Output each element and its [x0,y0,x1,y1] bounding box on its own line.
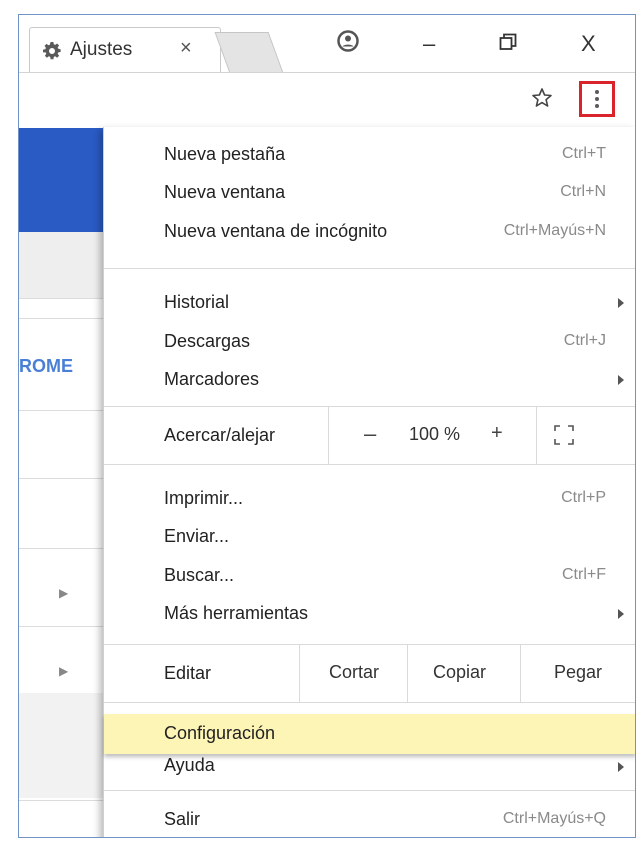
menu-item-shortcut: Ctrl+Mayús+Q [502,810,606,827]
menu-item-label: Historial [164,292,230,312]
menu-item-print[interactable]: Imprimir... Ctrl+P [104,480,635,518]
menu-item-shortcut: Ctrl+F [562,566,606,583]
title-bar: Ajustes × – X [19,15,635,73]
submenu-arrow-icon [618,375,624,385]
zoom-label: Acercar/alejar [164,425,276,445]
menu-item-settings[interactable]: Configuración [104,714,635,754]
zoom-in-button[interactable]: + [491,422,503,445]
zoom-row: Acercar/alejar – 100 % + [104,406,635,464]
menu-item-history[interactable]: Historial [104,284,635,322]
menu-item-shortcut: Ctrl+N [560,183,606,200]
toolbar [19,72,635,129]
menu-item-label: Ayuda [164,755,215,775]
page-search-band [19,232,109,299]
zoom-level: 100 % [409,424,461,444]
tab-ajustes[interactable]: Ajustes × [29,27,221,73]
page-header-band [19,128,109,232]
profile-icon[interactable] [337,30,359,52]
menu-item-label: Salir [164,809,201,829]
menu-button[interactable] [579,81,615,117]
menu-item-label: Enviar... [164,526,230,546]
zoom-out-button[interactable]: – [364,421,376,447]
menu-separator [104,790,635,791]
chevron-right-icon[interactable]: ▶ [59,664,68,678]
menu-item-shortcut: Ctrl+J [563,332,606,349]
menu-item-label: Nueva pestaña [164,144,286,164]
partial-heading: ROME [19,356,73,376]
menu-item-shortcut: Ctrl+P [561,489,606,506]
star-icon[interactable] [531,87,553,109]
menu-item-downloads[interactable]: Descargas Ctrl+J [104,323,635,361]
submenu-arrow-icon [618,762,624,772]
menu-item-label: Más herramientas [164,603,309,623]
settings-page-background: ROME ▶ ▶ [19,128,109,837]
menu-item-find[interactable]: Buscar... Ctrl+F [104,557,635,595]
menu-item-more-tools[interactable]: Más herramientas [104,595,635,633]
menu-item-label: Descargas [164,331,251,351]
browser-window: Ajustes × – X ROME ▶ ▶ Nueva pestaña Ctr… [18,14,636,838]
chrome-main-menu: Nueva pestaña Ctrl+T Nueva ventana Ctrl+… [103,127,635,837]
menu-item-send[interactable]: Enviar... [104,518,635,556]
menu-separator [104,464,635,465]
tab-title: Ajustes [70,39,133,60]
edit-label: Editar [164,663,212,683]
menu-item-label: Configuración [164,723,276,743]
three-dots-vertical-icon [595,90,599,108]
menu-separator [104,702,635,703]
restore-icon[interactable] [499,33,517,51]
submenu-arrow-icon [618,298,624,308]
copy-button[interactable]: Copiar [433,662,486,683]
menu-item-shortcut: Ctrl+T [562,145,606,162]
submenu-arrow-icon [618,609,624,619]
tab-close-button[interactable]: × [180,37,192,60]
menu-item-label: Buscar... [164,565,235,585]
fullscreen-icon[interactable] [554,425,574,445]
menu-item-label: Marcadores [164,369,260,389]
menu-item-new-window[interactable]: Nueva ventana Ctrl+N [104,174,635,212]
page-footer-band [19,693,109,798]
menu-item-new-tab[interactable]: Nueva pestaña Ctrl+T [104,136,635,174]
paste-button[interactable]: Pegar [554,662,602,683]
close-window-button[interactable]: X [581,31,596,57]
menu-item-exit[interactable]: Salir Ctrl+Mayús+Q [104,801,635,837]
edit-row: Editar Cortar Copiar Pegar [104,644,635,702]
menu-item-label: Imprimir... [164,488,243,508]
cut-button[interactable]: Cortar [329,662,379,683]
menu-item-incognito-window[interactable]: Nueva ventana de incógnito Ctrl+Mayús+N [104,213,635,251]
gear-icon [43,42,61,60]
menu-item-label: Nueva ventana [164,182,286,202]
chevron-right-icon[interactable]: ▶ [59,586,68,600]
menu-item-help[interactable]: Ayuda [104,754,635,792]
minimize-button[interactable]: – [423,31,435,57]
menu-separator [104,268,635,269]
menu-item-label: Nueva ventana de incógnito [164,221,388,241]
menu-item-shortcut: Ctrl+Mayús+N [503,222,606,239]
new-tab-button[interactable] [214,32,284,73]
menu-item-bookmarks[interactable]: Marcadores [104,361,635,399]
